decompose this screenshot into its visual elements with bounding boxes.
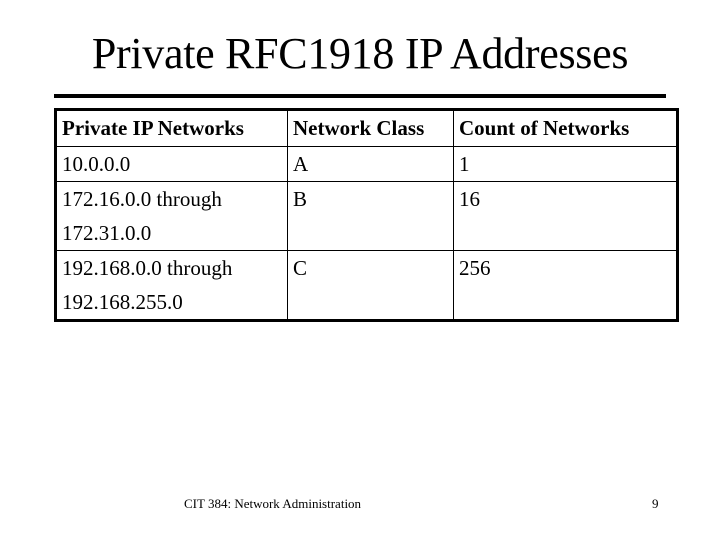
page-number: 9 [652, 496, 659, 511]
table-row: 172.16.0.0 through 172.31.0.0 B 16 [55, 181, 678, 251]
table-row: 192.168.0.0 through 192.168.255.0 C 256 [55, 250, 678, 321]
slide-footer: CIT 384: Network Administration [184, 496, 362, 511]
network-line: 172.31.0.0 [62, 221, 152, 245]
network-line: 172.16.0.0 through [62, 187, 222, 211]
class-cell: B [287, 181, 454, 251]
network-line: 10.0.0.0 [62, 152, 131, 176]
table-header-row: Private IP Networks Network Class Count … [55, 109, 678, 147]
class-cell: C [287, 250, 454, 321]
network-cell: 10.0.0.0 [55, 146, 288, 182]
slide-title: Private RFC1918 IP Addresses [91, 29, 629, 78]
network-cell: 172.16.0.0 through 172.31.0.0 [55, 181, 288, 251]
title-divider [54, 94, 666, 98]
count-cell: 16 [453, 181, 678, 251]
header-private-ip-networks: Private IP Networks [55, 109, 288, 147]
network-line: 192.168.0.0 through [62, 256, 233, 280]
class-cell: A [287, 146, 454, 182]
network-line: 192.168.255.0 [62, 290, 183, 314]
private-networks-table: Private IP Networks Network Class Count … [54, 108, 679, 322]
count-cell: 1 [453, 146, 678, 182]
network-cell: 192.168.0.0 through 192.168.255.0 [55, 250, 288, 321]
count-cell: 256 [453, 250, 678, 321]
header-count-of-networks: Count of Networks [453, 109, 678, 147]
table-row: 10.0.0.0 A 1 [55, 146, 678, 182]
header-network-class: Network Class [287, 109, 454, 147]
